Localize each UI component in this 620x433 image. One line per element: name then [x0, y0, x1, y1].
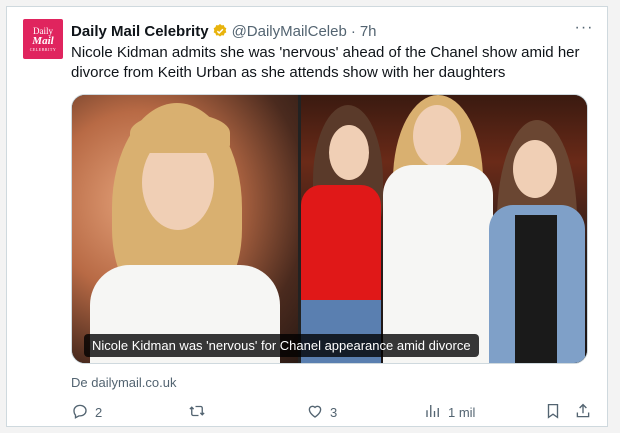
like-button[interactable]: 3: [306, 402, 424, 423]
avatar[interactable]: Daily Mail CELEBRITY: [23, 19, 63, 59]
share-icon: [574, 402, 592, 423]
bookmark-button[interactable]: [544, 402, 574, 423]
reply-count: 2: [95, 404, 103, 420]
reply-button[interactable]: 2: [71, 402, 188, 423]
timestamp[interactable]: 7h: [360, 23, 377, 40]
avatar-text-line2: Mail: [32, 34, 54, 47]
tweet-card[interactable]: Daily Mail CELEBRITY Daily Mail Celebrit…: [6, 6, 608, 427]
verified-badge-icon: [212, 23, 228, 39]
link-source[interactable]: De dailymail.co.uk: [71, 375, 177, 390]
photo-left: [72, 95, 298, 363]
views-chart-icon: [424, 402, 442, 423]
avatar-text-line3: CELEBRITY: [29, 46, 57, 52]
photo-right: [301, 95, 587, 363]
author-handle[interactable]: @DailyMailCeleb: [232, 23, 347, 40]
like-count: 3: [330, 404, 338, 420]
heart-icon: [306, 402, 324, 423]
repost-button[interactable]: [188, 402, 306, 423]
repost-icon: [188, 402, 206, 423]
author-name[interactable]: Daily Mail Celebrity: [71, 23, 209, 40]
bookmark-icon: [544, 402, 562, 423]
link-card-image[interactable]: Nicole Kidman was 'nervous' for Chanel a…: [71, 94, 588, 364]
share-button[interactable]: [574, 402, 598, 423]
link-card-caption: Nicole Kidman was 'nervous' for Chanel a…: [84, 334, 479, 357]
tweet-text: Nicole Kidman admits she was 'nervous' a…: [71, 44, 580, 81]
action-bar: 2 3 1 mil: [71, 401, 601, 423]
views-button[interactable]: 1 mil: [424, 402, 544, 423]
more-options-icon[interactable]: ···: [573, 19, 595, 37]
separator-dot: ·: [350, 22, 356, 40]
views-count: 1 mil: [448, 404, 476, 420]
tweet-header: Daily Mail Celebrity @DailyMailCeleb · 7…: [71, 21, 567, 41]
reply-icon: [71, 402, 89, 423]
